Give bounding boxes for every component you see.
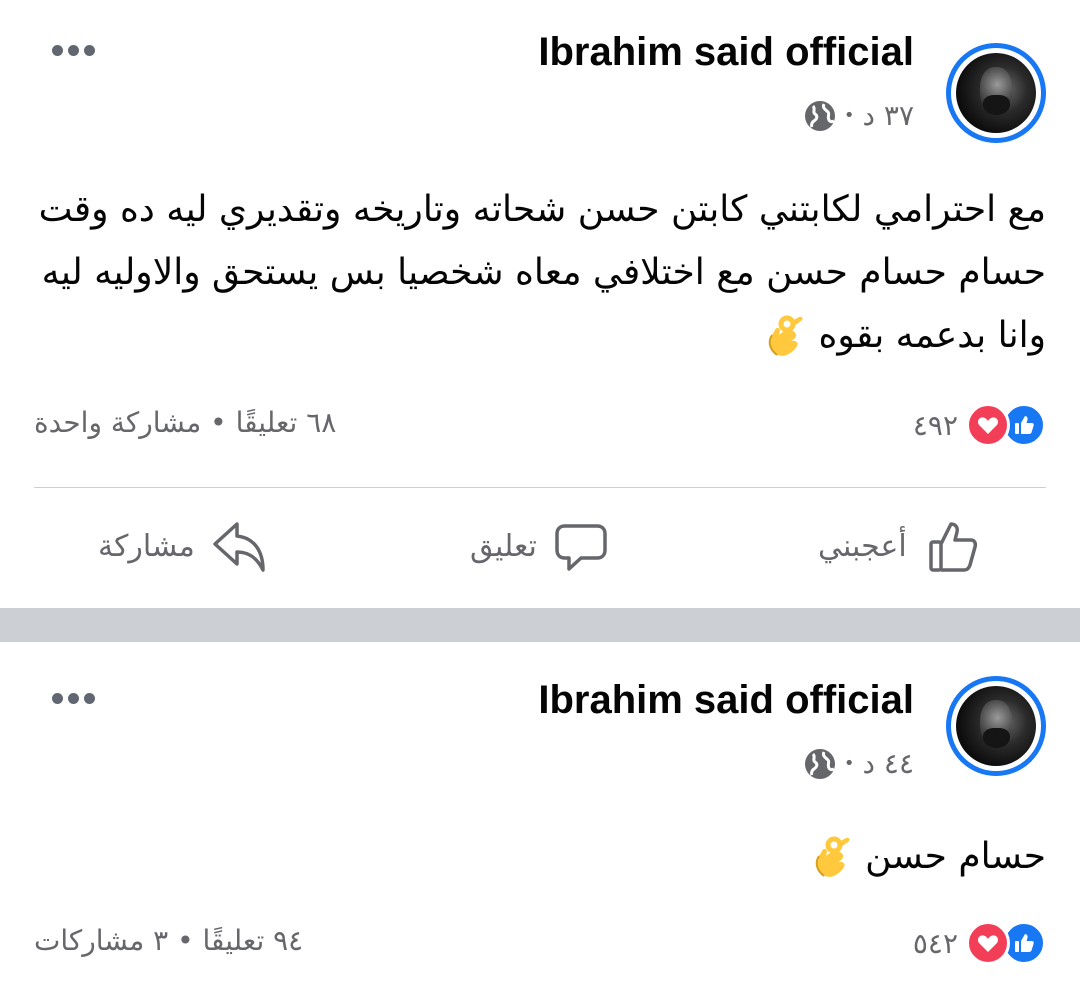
- avatar[interactable]: [946, 676, 1046, 776]
- post-body: حسام حسن: [865, 836, 1046, 877]
- more-horizontal-icon: [52, 693, 63, 704]
- post-body: مع احترامي لكابتني كابتن حسن شحاته وتاري…: [38, 189, 1046, 356]
- post-separator: [0, 608, 1080, 642]
- more-options-button[interactable]: [52, 693, 95, 704]
- share-icon: [213, 522, 265, 572]
- post-meta: ٤٤ د •: [804, 747, 914, 780]
- reactions-count: ٤٩٢: [912, 408, 958, 442]
- comment-icon: [555, 524, 607, 571]
- avatar[interactable]: [946, 43, 1046, 143]
- author-name[interactable]: Ibrahim said official: [538, 30, 914, 75]
- reactions-count: ٥٤٢: [912, 926, 958, 960]
- post-stats[interactable]: ٩٤ تعليقًا • ٣ مشاركات: [34, 924, 303, 957]
- post: Ibrahim said official ٤٤ د • حسام حسن ٥٤…: [0, 642, 1080, 983]
- meta-separator: •: [843, 753, 855, 774]
- more-horizontal-icon: [52, 45, 63, 56]
- reactions-summary[interactable]: ٤٩٢: [913, 403, 1046, 447]
- post-text: مع احترامي لكابتني كابتن حسن شحاته وتاري…: [36, 178, 1046, 367]
- author-name[interactable]: Ibrahim said official: [538, 678, 914, 723]
- share-label: مشاركة: [98, 528, 195, 564]
- like-label: أعجبني: [818, 528, 907, 564]
- love-reaction-icon: [966, 921, 1010, 965]
- globe-icon: [804, 748, 835, 779]
- globe-icon: [804, 100, 835, 131]
- post-time[interactable]: ٣٧ د: [863, 99, 914, 132]
- post-time[interactable]: ٤٤ د: [863, 747, 914, 780]
- post-stats[interactable]: ٦٨ تعليقًا • مشاركة واحدة: [34, 406, 336, 439]
- love-reaction-icon: [966, 403, 1010, 447]
- post-meta: ٣٧ د •: [804, 99, 914, 132]
- reaction-icons: [966, 921, 1046, 965]
- ok-hand-emoji: [815, 836, 850, 877]
- comment-button[interactable]: تعليق: [470, 516, 611, 576]
- reactions-summary[interactable]: ٥٤٢: [913, 921, 1046, 965]
- more-options-button[interactable]: [52, 45, 95, 56]
- meta-separator: •: [843, 105, 855, 126]
- post-text: حسام حسن: [36, 825, 1046, 888]
- divider: [34, 487, 1046, 488]
- comment-label: تعليق: [470, 528, 537, 564]
- ok-hand-emoji: [768, 315, 803, 356]
- like-button[interactable]: أعجبني: [818, 516, 981, 576]
- post: Ibrahim said official ٣٧ د • مع احترامي …: [0, 0, 1080, 608]
- share-button[interactable]: مشاركة: [98, 516, 269, 576]
- thumbs-up-icon: [928, 522, 977, 572]
- reaction-icons: [966, 403, 1046, 447]
